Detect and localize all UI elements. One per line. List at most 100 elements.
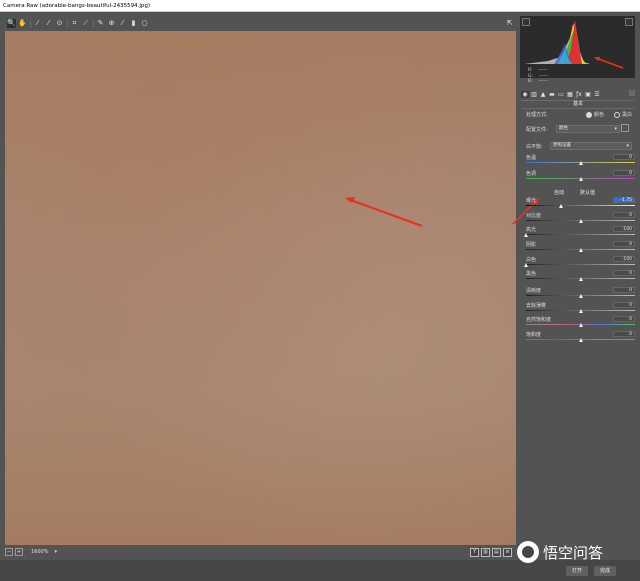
slider-clarity: 清晰度 0 — [526, 287, 635, 299]
tab-split-toning-icon[interactable]: ▭ — [557, 91, 565, 98]
targeted-adjustment-tool-icon[interactable]: ⊙ — [55, 19, 64, 28]
radial-filter-tool-icon[interactable]: ○ — [140, 19, 149, 28]
slider-thumb[interactable] — [578, 177, 583, 181]
white-balance-tool-icon[interactable]: ⁄ — [33, 19, 42, 28]
slider-label: 清晰度 — [526, 288, 542, 294]
zoom-dropdown-icon[interactable]: ▾ — [54, 549, 57, 555]
tab-basic-icon[interactable]: ◉ — [521, 90, 529, 98]
tab-presets-icon[interactable]: ☰ — [593, 91, 601, 98]
histogram: R: —— G: —— B: —— — [520, 16, 635, 84]
slider-thumb[interactable] — [578, 248, 583, 252]
tab-effects-icon[interactable]: ƒx — [575, 91, 583, 98]
slider-label: 高光 — [526, 227, 537, 233]
window-title: Camera Raw (adorable-bangs-beautiful-243… — [3, 3, 150, 9]
brand-watermark: 悟空问答 — [517, 541, 603, 563]
slider-value-input[interactable]: -100 — [613, 256, 635, 262]
tab-hsl-icon[interactable]: ▬ — [548, 91, 556, 98]
slider-value-input[interactable]: -100 — [613, 226, 635, 232]
slider-blacks: 黑色 0 — [526, 270, 635, 282]
slider-label: 色温 — [526, 155, 537, 161]
view-mode-buttons: Y ▥ ▤ ≡ — [468, 548, 512, 557]
red-eye-tool-icon[interactable]: ⊕ — [107, 19, 116, 28]
treatment-row: 处理方式: 颜色 黑白 — [526, 111, 635, 118]
slider-label: 去除薄雾 — [526, 303, 547, 309]
slider-value-input[interactable]: 0 — [613, 331, 635, 337]
radio-off-icon — [614, 111, 620, 118]
slider-thumb[interactable] — [524, 263, 528, 267]
slider-whites: 白色 -100 — [524, 256, 635, 268]
profile-select[interactable]: 颜色 — [556, 125, 620, 133]
treatment-color-radio[interactable]: 颜色 — [586, 111, 604, 118]
crop-tool-icon[interactable]: ⌗ — [70, 19, 79, 28]
white-balance-label: 白平衡: — [526, 144, 543, 150]
toolbar-separator — [30, 19, 31, 28]
slider-value-input[interactable]: 0 — [613, 287, 635, 293]
before-after-view-button[interactable]: ▥ — [481, 548, 490, 557]
slider-value-input[interactable]: 0 — [613, 241, 635, 247]
slider-label: 阴影 — [526, 242, 537, 248]
slider-thumb[interactable] — [578, 277, 583, 281]
zoom-out-button[interactable]: − — [5, 548, 13, 556]
spot-removal-tool-icon[interactable]: ✎ — [96, 19, 105, 28]
slider-label: 曝光 — [526, 198, 537, 204]
slider-value-input[interactable]: -1.75 — [613, 197, 635, 203]
slider-thumb[interactable] — [578, 294, 583, 298]
treatment-label: 处理方式: — [526, 112, 548, 118]
image-preview[interactable] — [5, 31, 516, 545]
slider-thumb[interactable] — [578, 161, 583, 165]
slider-highlights: 高光 -100 — [524, 226, 635, 238]
panel-menu-icon[interactable] — [629, 90, 635, 96]
slider-thumb[interactable] — [524, 233, 528, 237]
slider-thumb[interactable] — [578, 338, 583, 342]
zoom-tool-icon[interactable]: 🔍 — [7, 19, 16, 28]
adjustment-brush-tool-icon[interactable]: ⁄ — [118, 19, 127, 28]
slider-track[interactable] — [526, 234, 635, 235]
tab-tone-curve-icon[interactable]: ▥ — [530, 91, 538, 98]
done-button[interactable]: 完成 — [594, 566, 616, 576]
slider-value-input[interactable]: 0 — [613, 154, 635, 160]
slider-thumb[interactable] — [578, 323, 583, 327]
toolbar-separator — [93, 19, 94, 28]
hand-tool-icon[interactable]: ✋ — [18, 19, 27, 28]
brand-logo-icon — [517, 541, 539, 563]
profile-browser-icon[interactable] — [621, 124, 629, 132]
color-sampler-tool-icon[interactable]: ⁄ — [44, 19, 53, 28]
section-title: 基本 — [521, 100, 635, 109]
panel-tabs: ◉ ▥ ▲ ▬ ▭ ▦ ƒx ▣ ☰ — [521, 90, 635, 98]
zoom-level[interactable]: 1600% — [31, 549, 48, 555]
treatment-bw-radio[interactable]: 黑白 — [614, 111, 632, 118]
default-button[interactable]: 默认值 — [580, 189, 595, 196]
tab-detail-icon[interactable]: ▲ — [539, 91, 547, 98]
annotation-arrow-histogram — [595, 57, 624, 69]
slider-track[interactable] — [526, 264, 635, 265]
slider-thumb[interactable] — [578, 219, 583, 223]
slider-thumb[interactable] — [578, 309, 583, 313]
slider-thumb[interactable] — [558, 204, 563, 208]
before-after-toggle-button[interactable]: Y — [470, 548, 479, 557]
slider-label: 对比度 — [526, 213, 542, 219]
tab-lens-icon[interactable]: ▦ — [566, 91, 574, 98]
preferences-button[interactable]: ≡ — [503, 548, 512, 557]
fullscreen-icon[interactable]: ⇱ — [505, 19, 514, 28]
slider-value-input[interactable]: 0 — [613, 316, 635, 322]
slider-track[interactable] — [526, 205, 635, 206]
white-balance-select[interactable]: 原照设置 — [550, 142, 632, 150]
graduated-filter-tool-icon[interactable]: ▮ — [129, 19, 138, 28]
slider-label: 色调 — [526, 171, 537, 177]
zoom-in-button[interactable]: + — [15, 548, 23, 556]
footer-bar: 打开 完成 — [0, 560, 640, 581]
profile-label: 配置文件: — [526, 127, 548, 133]
slider-label: 自然饱和度 — [526, 317, 552, 323]
slider-value-input[interactable]: 0 — [613, 170, 635, 176]
slider-label: 饱和度 — [526, 332, 542, 338]
open-button[interactable]: 打开 — [566, 566, 588, 576]
swap-settings-button[interactable]: ▤ — [492, 548, 501, 557]
straighten-tool-icon[interactable]: ⟋ — [81, 19, 90, 28]
adjustment-panel: R: —— G: —— B: —— ◉ ▥ ▲ ▬ ▭ ▦ ƒx ▣ ☰ 基本 处理方式: 颜色 黑白… — [511, 14, 640, 560]
slider-value-input[interactable]: 0 — [613, 212, 635, 218]
slider-dehaze: 去除薄雾 0 — [526, 302, 635, 314]
tool-bar: 🔍 ✋ ⁄ ⁄ ⊙ ⌗ ⟋ ✎ ⊕ ⁄ ▮ ○ ⇱ — [5, 17, 516, 30]
slider-value-input[interactable]: 0 — [613, 270, 635, 276]
tab-calibration-icon[interactable]: ▣ — [584, 91, 592, 98]
slider-value-input[interactable]: 0 — [613, 302, 635, 308]
